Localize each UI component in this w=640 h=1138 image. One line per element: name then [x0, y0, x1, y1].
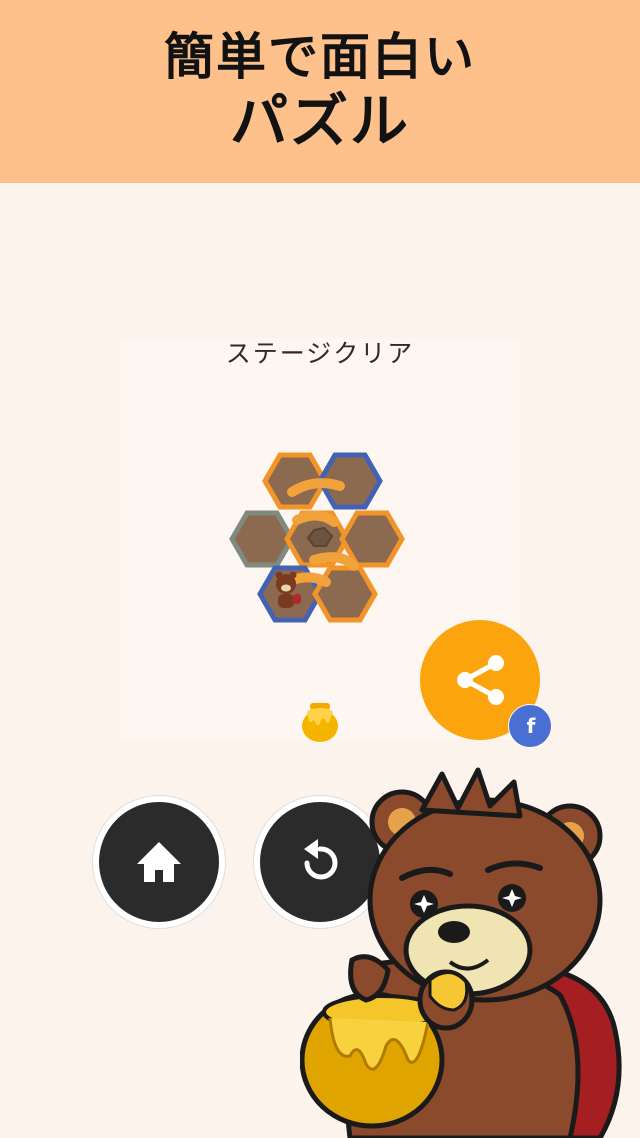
hex-tile: [339, 510, 405, 568]
share-icon: [457, 655, 504, 705]
promo-title-line2: パズル: [229, 87, 410, 155]
bear-mascot: [300, 767, 622, 1138]
facebook-share-button[interactable]: f: [508, 704, 552, 748]
promo-title-line1: 簡単で面白い: [164, 28, 476, 86]
home-icon: [137, 842, 181, 882]
hex-puzzle-board: [229, 452, 405, 623]
hex-tile: [229, 510, 295, 568]
facebook-icon: f: [526, 714, 536, 738]
stage-clear-title: ステージクリア: [225, 339, 415, 368]
home-button[interactable]: [93, 796, 225, 928]
honey-jar-icon: [302, 703, 338, 742]
promo-banner: 簡単で面白い パズル: [0, 0, 640, 183]
